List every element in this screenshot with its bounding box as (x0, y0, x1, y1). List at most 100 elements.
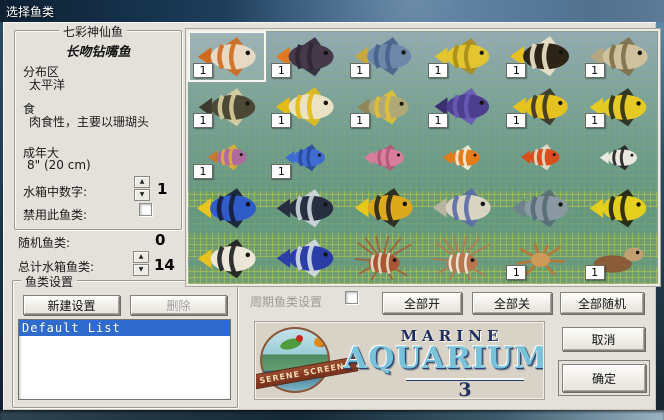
fish-cell[interactable] (501, 183, 579, 234)
fish-grid-panel: 1111111111111111 (186, 29, 660, 286)
fish-icon (192, 236, 262, 282)
serene-screen-emblem: SERENE SCREEN (256, 326, 344, 396)
total-tank-spinner: ▲ ▼ (133, 251, 149, 276)
fish-count-badge: 1 (585, 265, 605, 280)
fish-count-badge: 1 (506, 63, 526, 78)
ok-button[interactable]: 确定 (562, 364, 646, 392)
cancel-button[interactable]: 取消 (562, 327, 645, 351)
fish-icon (427, 185, 497, 231)
fish-cell[interactable]: 1 (188, 82, 266, 133)
fish-count-badge: 1 (271, 164, 291, 179)
titlebar[interactable]: 选择鱼类 (0, 0, 664, 22)
fish-count-badge: 1 (193, 113, 213, 128)
fish-count-badge: 1 (271, 113, 291, 128)
fish-icon (506, 186, 575, 231)
fish-info-group: 七彩神仙鱼 长吻钻嘴鱼 分布区 太平洋 食 肉食性，主要以珊瑚头 成年大 8" … (14, 30, 182, 230)
periodic-fish-label: 周期鱼类设置 (250, 293, 322, 310)
fish-count-badge: 1 (350, 63, 370, 78)
fish-cell[interactable]: 1 (423, 31, 501, 82)
fish-cell[interactable]: 1 (580, 31, 658, 82)
fish-cell[interactable]: 1 (580, 82, 658, 133)
list-item[interactable]: Default List (19, 320, 230, 336)
spin-up-icon[interactable]: ▲ (134, 176, 150, 188)
fish-cell[interactable] (345, 233, 423, 284)
disable-fish-checkbox[interactable] (139, 203, 152, 216)
fish-count-badge: 1 (585, 63, 605, 78)
fish-cell[interactable]: 1 (188, 132, 266, 183)
fish-cell[interactable] (423, 183, 501, 234)
fish-cell[interactable] (345, 183, 423, 234)
number-in-tank-value: 1 (157, 180, 167, 198)
logo-line-three: 3 (406, 379, 524, 399)
fish-cell[interactable]: 1 (188, 31, 266, 82)
fish-icon (596, 143, 641, 172)
adult-size-value: 8" (20 cm) (27, 158, 91, 172)
settings-listbox[interactable]: Default List (18, 319, 231, 400)
fish-icon (271, 236, 340, 281)
fish-icon (360, 142, 409, 173)
fish-count-badge: 1 (585, 113, 605, 128)
fish-cell[interactable]: 1 (423, 82, 501, 133)
random-fish-value: 0 (155, 231, 165, 249)
fish-count-badge: 1 (428, 63, 448, 78)
fish-cell[interactable]: 1 (266, 31, 344, 82)
fish-count-badge: 1 (350, 113, 370, 128)
fish-settings-group-title: 鱼类设置 (21, 273, 77, 290)
logo-line-aquarium: AQUARIUM (344, 341, 544, 376)
fish-cell[interactable] (580, 183, 658, 234)
fish-info-group-title: 七彩神仙鱼 (59, 23, 127, 40)
fish-count-badge: 1 (271, 63, 291, 78)
fish-count-badge: 1 (193, 63, 213, 78)
dialog-window: 选择鱼类 七彩神仙鱼 长吻钻嘴鱼 分布区 太平洋 食 肉食性，主要以珊瑚头 成年… (0, 0, 664, 420)
fish-cell[interactable]: 1 (345, 82, 423, 133)
window-title: 选择鱼类 (6, 3, 54, 20)
number-in-tank-label: 水箱中数字: (23, 183, 87, 200)
fish-cell[interactable] (266, 183, 344, 234)
disable-fish-label: 禁用此鱼类: (23, 206, 87, 223)
fish-icon (191, 185, 263, 232)
delete-settings-button[interactable]: 删除 (130, 295, 227, 315)
fish-cell[interactable]: 1 (580, 233, 658, 284)
fish-cell[interactable] (188, 233, 266, 284)
bird-head-icon (296, 335, 303, 342)
fish-cell[interactable] (580, 132, 658, 183)
fish-cell[interactable] (266, 233, 344, 284)
fish-cell[interactable]: 1 (501, 233, 579, 284)
random-fish-label: 随机鱼类: (18, 234, 70, 251)
fish-count-badge: 1 (193, 164, 213, 179)
fish-icon (349, 185, 420, 231)
fish-cell[interactable] (345, 132, 423, 183)
fish-icon (347, 235, 421, 283)
all-off-button[interactable]: 全部关 (472, 292, 552, 314)
window-frame-bottom (0, 410, 664, 420)
fish-cell[interactable]: 1 (266, 132, 344, 183)
fish-name: 长吻钻嘴鱼 (15, 41, 181, 60)
total-tank-value: 14 (154, 256, 175, 274)
fish-cell[interactable] (501, 132, 579, 183)
fish-count-badge: 1 (428, 113, 448, 128)
butterfly-icon (314, 337, 326, 347)
food-value: 肉食性，主要以珊瑚头 (29, 113, 149, 130)
number-in-tank-spinner: ▲ ▼ (134, 176, 150, 201)
distribution-value: 太平洋 (29, 76, 65, 93)
all-on-button[interactable]: 全部开 (382, 292, 462, 314)
spin-up-icon[interactable]: ▲ (133, 251, 149, 263)
fish-icon (439, 143, 484, 172)
spin-down-icon[interactable]: ▼ (134, 189, 150, 201)
fish-cell[interactable]: 1 (345, 31, 423, 82)
spin-down-icon[interactable]: ▼ (133, 264, 149, 276)
new-settings-button[interactable]: 新建设置 (23, 295, 120, 315)
fish-cell[interactable]: 1 (266, 82, 344, 133)
periodic-fish-checkbox[interactable] (345, 291, 358, 304)
fish-cell[interactable] (423, 132, 501, 183)
fish-cell[interactable]: 1 (501, 31, 579, 82)
fish-icon (584, 186, 653, 231)
marine-aquarium-logo: SERENE SCREEN MARINE AQUARIUM 3 (255, 322, 544, 399)
fish-cell[interactable] (188, 183, 266, 234)
all-random-button[interactable]: 全部随机 (560, 292, 644, 314)
fish-count-badge: 1 (506, 265, 526, 280)
fish-icon (425, 235, 499, 283)
fish-cell[interactable]: 1 (501, 82, 579, 133)
fish-grid: 1111111111111111 (188, 31, 658, 284)
fish-cell[interactable] (423, 233, 501, 284)
